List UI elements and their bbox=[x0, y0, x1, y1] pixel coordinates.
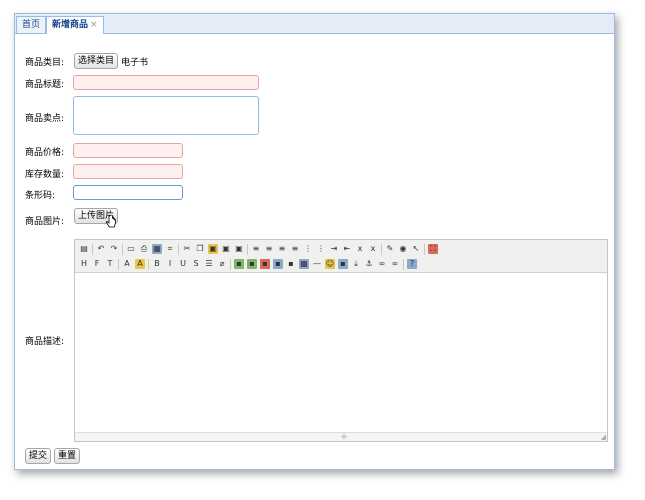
stock-input[interactable] bbox=[73, 164, 183, 179]
bold-icon[interactable]: B bbox=[152, 259, 162, 269]
toolbar-separator bbox=[122, 243, 123, 255]
toolbar-separator bbox=[403, 258, 404, 270]
print-icon[interactable]: ⎙ bbox=[139, 244, 149, 254]
horizontal-rule-icon[interactable]: — bbox=[312, 259, 322, 269]
toolbar-separator bbox=[148, 258, 149, 270]
redo-icon[interactable]: ↷ bbox=[109, 244, 119, 254]
editor-statusbar: ✣ ◢ bbox=[75, 432, 607, 441]
fullscreen-icon[interactable]: ⛶ bbox=[428, 244, 438, 254]
unlink-icon[interactable]: ∞ bbox=[390, 259, 400, 269]
tab-home-label: 首页 bbox=[22, 20, 41, 30]
category-label: 商品类目: bbox=[25, 58, 65, 68]
about-icon[interactable]: ? bbox=[407, 259, 417, 269]
clear-format-icon[interactable]: ✎ bbox=[385, 244, 395, 254]
ordered-list-icon[interactable]: ⋮ bbox=[303, 244, 313, 254]
source-icon[interactable]: ▤ bbox=[79, 244, 89, 254]
file-icon[interactable]: ▪ bbox=[286, 259, 296, 269]
tab-add-product-label: 新增商品 bbox=[52, 20, 89, 30]
paste-icon[interactable]: ▣ bbox=[208, 244, 218, 254]
cut-icon[interactable]: ✂ bbox=[182, 244, 192, 254]
category-value: 电子书 bbox=[121, 58, 149, 68]
unordered-list-icon[interactable]: ⋮ bbox=[316, 244, 326, 254]
underline-icon[interactable]: U bbox=[178, 259, 188, 269]
toolbar-separator bbox=[247, 243, 248, 255]
code-icon[interactable]: ⌗ bbox=[165, 244, 175, 254]
font-color-icon[interactable]: A bbox=[122, 259, 132, 269]
toolbar-separator bbox=[381, 243, 382, 255]
template-icon[interactable]: ▦ bbox=[152, 244, 162, 254]
price-input[interactable] bbox=[73, 143, 183, 158]
title-label: 商品标题: bbox=[25, 80, 65, 90]
media-icon[interactable]: ▪ bbox=[273, 259, 283, 269]
resize-grip-icon[interactable]: ✣ bbox=[341, 433, 347, 441]
editor-toolbar: ▤ ↶ ↷ ▭ ⎙ ▦ ⌗ ✂ ❐ ▣ ▣ ▣ ≡ ≡ ≡ ≡ ⋮ ⋮ ⇥ ⇤ x x ✎ ◉ ↖ ⛶ H F T A A B I U S ☰ ⌀ ▪ ▪… bbox=[75, 240, 607, 273]
outdent-icon[interactable]: ⇤ bbox=[342, 244, 352, 254]
paste-word-icon[interactable]: ▣ bbox=[234, 244, 244, 254]
rich-text-editor[interactable]: ▤ ↶ ↷ ▭ ⎙ ▦ ⌗ ✂ ❐ ▣ ▣ ▣ ≡ ≡ ≡ ≡ ⋮ ⋮ ⇥ ⇤ x x ✎ ◉ ↖ ⛶ H F T A A B I U S ☰ ⌀ ▪ ▪… bbox=[74, 239, 608, 442]
select-category-button[interactable]: 选择类目 bbox=[74, 53, 119, 69]
hand-cursor-icon bbox=[105, 215, 116, 228]
align-justify-icon[interactable]: ≡ bbox=[290, 244, 300, 254]
edit-panel: 首页 新增商品 × 商品类目: 选择类目 电子书 商品标题: 商品卖点: 商品价格… bbox=[14, 13, 615, 470]
resize-corner-icon[interactable]: ◢ bbox=[601, 433, 606, 441]
tab-add-product[interactable]: 新增商品 × bbox=[46, 16, 104, 34]
emoticon-icon[interactable]: ☺ bbox=[325, 259, 335, 269]
selling-point-textarea[interactable] bbox=[73, 96, 259, 135]
barcode-input[interactable] bbox=[73, 185, 183, 200]
link-icon[interactable]: ∞ bbox=[377, 259, 387, 269]
font-family-icon[interactable]: F bbox=[92, 259, 102, 269]
strikethrough-icon[interactable]: S bbox=[191, 259, 201, 269]
editor-toolbar-row-2: H F T A A B I U S ☰ ⌀ ▪ ▪ ▪ ▪ ▪ ▦ — ☺ ▪ ⤓ ⚓ ∞ ∞? bbox=[79, 257, 417, 271]
indent-icon[interactable]: ⇥ bbox=[329, 244, 339, 254]
table-icon[interactable]: ▦ bbox=[299, 259, 309, 269]
toolbar-separator bbox=[92, 243, 93, 255]
font-size-icon[interactable]: T bbox=[105, 259, 115, 269]
toolbar-separator bbox=[118, 258, 119, 270]
submit-button[interactable]: 提交 bbox=[25, 448, 52, 464]
image-icon[interactable]: ▪ bbox=[234, 259, 244, 269]
flash-icon[interactable]: ▪ bbox=[260, 259, 270, 269]
editor-content-area[interactable] bbox=[75, 273, 607, 432]
close-icon[interactable]: × bbox=[90, 20, 98, 30]
stock-label: 库存数量: bbox=[25, 170, 65, 180]
toolbar-separator bbox=[230, 258, 231, 270]
heading-icon[interactable]: H bbox=[79, 259, 89, 269]
description-label: 商品描述: bbox=[25, 337, 65, 347]
barcode-label: 条形码: bbox=[25, 191, 56, 201]
title-input[interactable] bbox=[73, 75, 259, 90]
toolbar-separator bbox=[424, 243, 425, 255]
copy-icon[interactable]: ❐ bbox=[195, 244, 205, 254]
align-left-icon[interactable]: ≡ bbox=[251, 244, 261, 254]
toolbar-separator bbox=[178, 243, 179, 255]
page-break-icon[interactable]: ⤓ bbox=[351, 259, 361, 269]
select-all-icon[interactable]: ◉ bbox=[398, 244, 408, 254]
editor-toolbar-row-1: ▤ ↶ ↷ ▭ ⎙ ▦ ⌗ ✂ ❐ ▣ ▣ ▣ ≡ ≡ ≡ ≡ ⋮ ⋮ ⇥ ⇤ x x ✎ ◉ ↖ ⛶ bbox=[79, 242, 438, 256]
selling-point-label: 商品卖点: bbox=[25, 114, 65, 124]
preview-icon[interactable]: ▭ bbox=[126, 244, 136, 254]
align-center-icon[interactable]: ≡ bbox=[264, 244, 274, 254]
image-label: 商品图片: bbox=[25, 217, 65, 227]
subscript-icon[interactable]: x bbox=[355, 244, 365, 254]
remove-format-icon[interactable]: ⌀ bbox=[217, 259, 227, 269]
tab-bar: 首页 新增商品 × bbox=[15, 14, 614, 34]
price-label: 商品价格: bbox=[25, 148, 65, 158]
superscript-icon[interactable]: x bbox=[368, 244, 378, 254]
cursor-icon[interactable]: ↖ bbox=[411, 244, 421, 254]
reset-button[interactable]: 重置 bbox=[54, 448, 81, 464]
undo-icon[interactable]: ↶ bbox=[96, 244, 106, 254]
line-height-icon[interactable]: ☰ bbox=[204, 259, 214, 269]
align-right-icon[interactable]: ≡ bbox=[277, 244, 287, 254]
baidu-map-icon[interactable]: ▪ bbox=[338, 259, 348, 269]
anchor-icon[interactable]: ⚓ bbox=[364, 259, 374, 269]
multi-image-icon[interactable]: ▪ bbox=[247, 259, 257, 269]
tab-home[interactable]: 首页 bbox=[16, 16, 47, 33]
italic-icon[interactable]: I bbox=[165, 259, 175, 269]
highlight-color-icon[interactable]: A bbox=[135, 259, 145, 269]
paste-text-icon[interactable]: ▣ bbox=[221, 244, 231, 254]
